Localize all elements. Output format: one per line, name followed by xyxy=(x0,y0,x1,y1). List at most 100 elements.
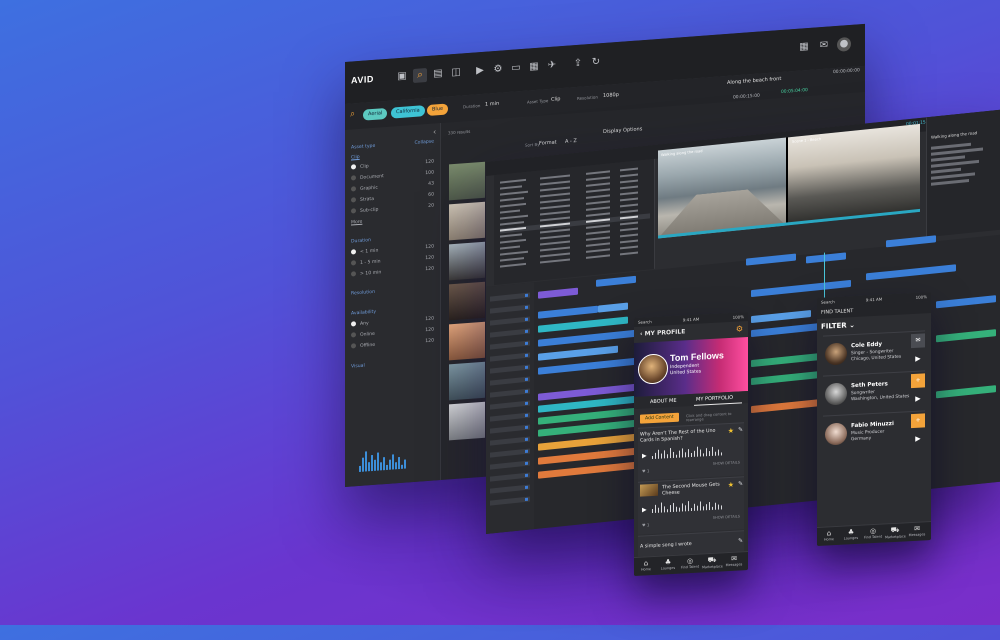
nav-home[interactable]: ⌂ Home xyxy=(819,529,839,542)
audio-waveform[interactable] xyxy=(652,445,730,461)
result-thumbnail[interactable] xyxy=(449,401,485,441)
result-thumbnail[interactable] xyxy=(449,201,485,241)
track-header[interactable] xyxy=(490,436,530,446)
collapse-link[interactable]: Collapse xyxy=(414,137,434,147)
sort-order-select[interactable]: A - Z xyxy=(565,138,577,145)
timeline-clip[interactable] xyxy=(538,328,648,347)
filter-chip[interactable]: Blue xyxy=(427,103,449,116)
avatar[interactable] xyxy=(638,353,668,385)
nav-marketplace[interactable]: ⛟ Marketplace xyxy=(885,525,906,540)
nav-find-talent[interactable]: ◎ Find Talent xyxy=(863,527,883,540)
track-header[interactable] xyxy=(490,460,530,470)
play-icon[interactable]: ▶ xyxy=(911,391,925,406)
show-details-link[interactable]: SHOW DETAILS xyxy=(713,460,740,465)
display-options[interactable]: Display Options xyxy=(603,126,642,135)
timeline-clip[interactable] xyxy=(538,287,578,299)
track-header[interactable] xyxy=(490,484,530,494)
track-header[interactable] xyxy=(490,364,530,374)
track-header[interactable] xyxy=(490,472,530,482)
gear-icon[interactable]: ⚙ xyxy=(491,62,505,77)
nav-messages[interactable]: ✉ Messages xyxy=(724,554,744,568)
film-icon[interactable]: ▦ xyxy=(527,60,541,75)
layers-icon[interactable]: ◫ xyxy=(449,65,463,80)
edit-icon[interactable]: ✎ xyxy=(738,537,743,544)
nav-home[interactable]: ⌂ Home xyxy=(636,559,656,572)
timeline-clip[interactable] xyxy=(866,264,956,281)
timeline-clip[interactable] xyxy=(751,309,811,324)
clip-icon[interactable]: ▭ xyxy=(509,61,523,76)
track-header[interactable] xyxy=(490,316,530,326)
mail-icon[interactable]: ✉ xyxy=(817,38,831,53)
track-header[interactable] xyxy=(490,448,530,458)
result-thumbnail[interactable] xyxy=(449,281,485,321)
result-thumbnail[interactable] xyxy=(449,161,485,201)
result-thumbnail[interactable] xyxy=(449,361,485,401)
folder-icon[interactable]: ▣ xyxy=(395,69,409,84)
audio-waveform[interactable] xyxy=(652,499,730,515)
section-resolution[interactable]: Resolution xyxy=(351,283,434,298)
timeline-clip[interactable] xyxy=(598,302,628,313)
gear-icon[interactable]: ⚙ xyxy=(736,321,743,337)
play-icon[interactable]: ▶ xyxy=(473,64,487,79)
send-icon[interactable]: ✈ xyxy=(545,58,559,73)
talent-card[interactable]: Cole Eddy Singer - Songwriter Chicago, U… xyxy=(823,330,925,375)
nav-lounges[interactable]: ♣ Lounges xyxy=(841,528,861,541)
track-header[interactable] xyxy=(490,388,530,398)
track-header[interactable] xyxy=(490,304,530,314)
nav-find-talent[interactable]: ◎ Find Talent xyxy=(680,557,700,570)
play-icon[interactable]: ▶ xyxy=(911,431,925,446)
collapse-sidebar-icon[interactable]: ‹ xyxy=(433,127,436,136)
star-icon[interactable]: ★ xyxy=(728,427,734,435)
portfolio-item[interactable]: The Second Mouse Gets Cheese ★ ✎ ▶ ♥ 1 S… xyxy=(638,476,744,535)
bins-icon[interactable]: ▤ xyxy=(431,67,445,82)
timeline-clip[interactable] xyxy=(886,235,936,248)
audio-clip[interactable] xyxy=(751,398,821,414)
upload-icon[interactable]: ⇪ xyxy=(571,56,585,71)
timeline-clip[interactable] xyxy=(538,345,618,361)
refresh-icon[interactable]: ↻ xyxy=(589,55,603,70)
play-icon[interactable]: ▶ xyxy=(642,452,647,459)
add-content-button[interactable]: Add Content xyxy=(640,412,679,424)
sort-select[interactable]: Format xyxy=(539,139,557,146)
message-icon[interactable]: ✉ xyxy=(911,333,925,349)
talent-card[interactable]: Fabio Minuzzi Music Producer Germany + ▶ xyxy=(823,410,925,455)
timeline-clip[interactable] xyxy=(538,316,628,333)
tab-about[interactable]: ABOUT ME xyxy=(650,395,676,408)
edit-icon[interactable]: ✎ xyxy=(738,426,743,433)
result-thumbnail[interactable] xyxy=(449,241,485,281)
track-header[interactable] xyxy=(490,328,530,338)
filter-dropdown[interactable]: FILTER ⌄ xyxy=(821,321,855,331)
play-icon[interactable]: ▶ xyxy=(642,506,647,513)
like-count[interactable]: ♥ 1 xyxy=(642,468,649,473)
edit-icon[interactable]: ✎ xyxy=(738,480,743,487)
filter-chip[interactable]: California xyxy=(391,105,425,119)
talent-card[interactable]: Seth Peters Songwriter Washington, Unite… xyxy=(823,370,925,415)
play-icon[interactable]: ▶ xyxy=(911,351,925,366)
star-icon[interactable]: ★ xyxy=(728,481,734,489)
timeline-clip[interactable] xyxy=(538,305,598,319)
timeline-clip[interactable] xyxy=(751,279,851,298)
resolution-select[interactable]: 1080p xyxy=(603,92,619,99)
show-details-link[interactable]: SHOW DETAILS xyxy=(713,514,740,519)
result-thumbnail[interactable] xyxy=(449,321,485,361)
track-header[interactable] xyxy=(490,352,530,362)
add-contact-icon[interactable]: + xyxy=(911,413,925,429)
track-header[interactable] xyxy=(490,400,530,410)
asset-type-select[interactable]: Clip xyxy=(551,96,560,103)
timeline-clip[interactable] xyxy=(538,356,648,375)
portfolio-item[interactable]: Why Aren't The Rest of the Uno Cards in … xyxy=(638,422,744,481)
timeline-clip[interactable] xyxy=(596,275,636,287)
track-header[interactable] xyxy=(490,412,530,422)
search-icon[interactable]: ⌕ xyxy=(413,67,427,84)
track-header[interactable] xyxy=(490,424,530,434)
track-header[interactable] xyxy=(490,340,530,350)
filter-chip[interactable]: Aerial xyxy=(363,107,388,121)
add-contact-icon[interactable]: + xyxy=(911,373,925,389)
duration-select[interactable]: 1 min xyxy=(485,101,499,108)
audio-clip[interactable] xyxy=(936,385,996,399)
timeline-clip[interactable] xyxy=(806,252,846,264)
grid-icon[interactable]: ▦ xyxy=(797,40,811,55)
timeline-clip[interactable] xyxy=(936,295,996,309)
timeline-clip[interactable] xyxy=(746,253,796,266)
search-icon[interactable]: ⌕ xyxy=(350,109,355,119)
